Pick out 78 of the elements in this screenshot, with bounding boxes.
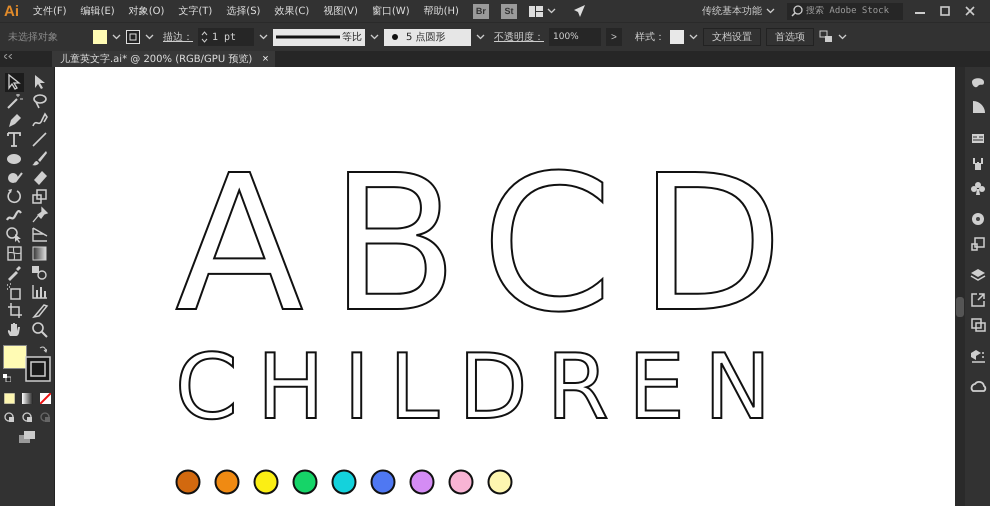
stroke-weight-field[interactable]: 1 pt [198, 28, 254, 46]
menu-item[interactable]: 文件(F) [33, 4, 67, 18]
menu-item[interactable]: 文字(T) [178, 4, 212, 18]
search-icon [791, 5, 803, 17]
magic-wand-icon[interactable] [5, 92, 24, 111]
menu-item[interactable]: 窗口(W) [372, 4, 410, 18]
caret-icon[interactable] [838, 34, 847, 40]
close-icon[interactable] [965, 6, 975, 16]
style-label: 样式： [634, 30, 665, 44]
more-button[interactable]: > [606, 28, 622, 46]
draw-normal-icon[interactable] [4, 412, 14, 423]
menu-item[interactable]: 视图(V) [323, 4, 358, 18]
blend-tool-icon[interactable] [30, 263, 49, 282]
caret-icon[interactable] [259, 34, 268, 40]
caret-icon[interactable] [476, 34, 485, 40]
app-button[interactable]: Br [472, 4, 489, 18]
artwork-lettering: CHILDREN [175, 343, 792, 433]
line-tool-icon[interactable] [30, 130, 49, 149]
pin-icon[interactable] [30, 206, 49, 225]
screen-mode-icon[interactable] [19, 431, 35, 443]
close-button[interactable]: × [262, 53, 269, 65]
stroke-label: 描边： [163, 30, 193, 44]
rotate-tool-icon[interactable] [5, 187, 24, 206]
gradient-tool-icon[interactable] [30, 244, 49, 263]
zoom-icon[interactable] [30, 320, 49, 339]
dot-icon [392, 34, 398, 40]
fill-swatch[interactable] [93, 30, 107, 44]
arrange-icon[interactable] [818, 30, 833, 44]
stepper-icon[interactable] [201, 30, 208, 44]
lasso-icon[interactable] [30, 92, 49, 111]
brush-dropdown[interactable]: 5 点圆形 [384, 28, 471, 46]
app-button[interactable]: St [500, 4, 517, 18]
artwork-lettering: ABCD [175, 151, 810, 339]
club-icon[interactable] [968, 179, 986, 197]
app-logo: Ai [4, 2, 19, 20]
selection-label: 未选择对象 [8, 30, 58, 44]
document-tab[interactable]: 儿童英文字.ai* @ 200% (RGB/GPU 预览) × [52, 51, 275, 67]
fill-color-swatch[interactable] [3, 345, 27, 369]
caret-icon[interactable] [546, 8, 556, 14]
toolbar-button[interactable]: 文档设置 [702, 28, 761, 46]
caret-icon[interactable] [145, 34, 154, 40]
caret-icon[interactable] [112, 34, 121, 40]
swap-icon[interactable] [39, 345, 47, 353]
toolbar-button[interactable]: 首选项 [766, 28, 814, 46]
perspective-grid-icon[interactable] [30, 225, 49, 244]
default-colors-icon[interactable] [3, 374, 11, 382]
menu-item[interactable]: 帮助(H) [424, 4, 459, 18]
type-tool-icon[interactable] [5, 130, 24, 149]
caret-icon[interactable] [766, 8, 775, 14]
draw-behind-icon[interactable] [22, 412, 32, 423]
menu-item[interactable]: 选择(S) [226, 4, 260, 18]
paintbrush-icon[interactable] [30, 149, 49, 168]
stroke-profile-dropdown[interactable]: 等比 [273, 28, 365, 46]
menu-item[interactable]: 对象(O) [128, 4, 164, 18]
collapse-icon[interactable] [4, 54, 12, 59]
mesh-tool-icon[interactable] [5, 244, 24, 263]
none-mode-icon[interactable] [40, 393, 50, 404]
menu-item[interactable]: 编辑(E) [80, 4, 115, 18]
caret-icon[interactable] [688, 34, 698, 40]
style-swatch[interactable] [670, 30, 684, 44]
layout-icon[interactable] [528, 6, 543, 16]
scale-tool-icon[interactable] [30, 187, 49, 206]
maximize-icon[interactable] [940, 6, 950, 16]
stroke-line-icon [276, 35, 340, 39]
bar-chart-icon[interactable] [30, 282, 49, 301]
opacity-field[interactable]: 100% [549, 28, 601, 46]
caret-icon[interactable] [370, 34, 379, 40]
scrollbar-thumb[interactable] [956, 297, 964, 317]
workspace-switcher[interactable]: 传统基本功能 [702, 4, 762, 18]
selection-tool-icon[interactable] [5, 73, 24, 92]
export-icon[interactable] [968, 291, 986, 309]
stroke-swatch[interactable] [126, 30, 140, 44]
stroke-color-swatch[interactable] [25, 356, 51, 382]
gradient-mode-icon[interactable] [22, 393, 32, 404]
copy-icon[interactable] [968, 316, 986, 334]
menu-item[interactable]: 效果(C) [274, 4, 310, 18]
color-mode-icon[interactable] [4, 393, 14, 404]
opacity-label: 不透明度： [494, 30, 544, 44]
